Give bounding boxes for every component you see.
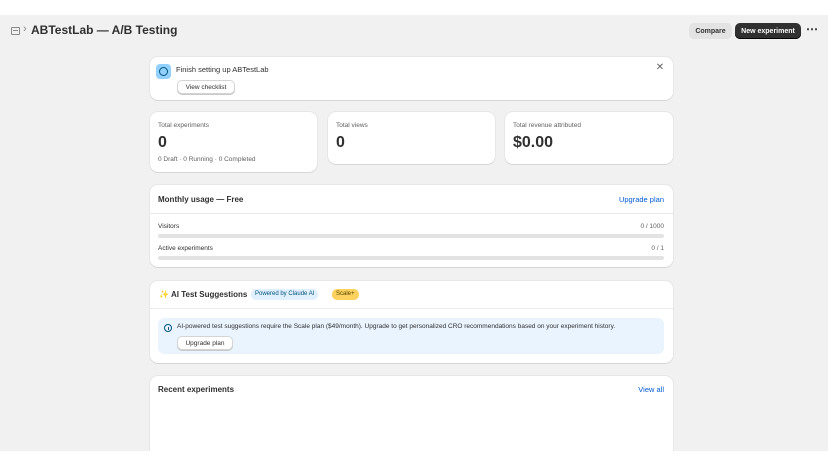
- stat-breakdown: 0 Draft · 0 Running · 0 Completed: [158, 156, 256, 163]
- stat-value: $0.00: [513, 134, 554, 151]
- view-all-link[interactable]: View all: [638, 385, 664, 394]
- scale-plan-badge: Scale+: [332, 289, 359, 300]
- active-experiments-progress-bar: [158, 256, 664, 260]
- meter-label-active-experiments: Active experiments: [158, 245, 213, 252]
- powered-by-badge: Powered by Claude AI: [251, 289, 319, 300]
- stat-card-experiments: Total experiments 0 0 Draft · 0 Running …: [150, 112, 317, 172]
- bottom-strip: [0, 451, 828, 466]
- meter-value-visitors: 0 / 1000: [640, 223, 665, 230]
- stat-label: Total revenue attributed: [513, 122, 581, 129]
- ai-section-title: AI Test Suggestions: [171, 290, 248, 299]
- stat-label: Total experiments: [158, 122, 209, 129]
- stat-card-views: Total views 0: [328, 112, 495, 164]
- recent-experiments-title: Recent experiments: [158, 385, 235, 394]
- stat-value: 0: [336, 134, 345, 151]
- upgrade-plan-button[interactable]: Upgrade plan: [177, 336, 233, 350]
- stat-label: Total views: [336, 122, 368, 129]
- breadcrumb-separator: ›: [23, 23, 27, 35]
- stat-value: 0: [158, 134, 167, 151]
- meter-label-visitors: Visitors: [158, 223, 180, 230]
- visitors-progress-bar: [158, 234, 664, 238]
- info-icon: [156, 64, 171, 79]
- ai-suggestions-card: ✨ AI Test Suggestions Powered by Claude …: [150, 281, 673, 363]
- notice-text: AI-powered test suggestions require the …: [177, 323, 616, 330]
- store-icon[interactable]: [11, 27, 20, 35]
- upgrade-plan-link[interactable]: Upgrade plan: [619, 195, 664, 204]
- top-strip: [0, 0, 828, 15]
- meter-value-active-experiments: 0 / 1: [651, 245, 664, 252]
- close-icon[interactable]: ✕: [655, 63, 665, 73]
- compare-button[interactable]: Compare: [689, 23, 732, 39]
- upgrade-notice: AI-powered test suggestions require the …: [158, 318, 664, 354]
- monthly-usage-card: Monthly usage — Free Upgrade plan Visito…: [150, 185, 673, 267]
- new-experiment-button[interactable]: New experiment: [735, 23, 801, 39]
- view-checklist-button[interactable]: View checklist: [177, 80, 235, 94]
- divider: [150, 308, 673, 309]
- more-actions-icon[interactable]: ⋯: [806, 23, 818, 38]
- usage-title: Monthly usage — Free: [158, 195, 244, 204]
- divider: [150, 213, 673, 214]
- banner-title: Finish setting up ABTestLab: [176, 65, 269, 74]
- sparkle-icon: ✨: [159, 290, 169, 299]
- page-header: › ABTestLab — A/B Testing Compare New ex…: [0, 15, 828, 47]
- info-circle-icon: [164, 324, 172, 332]
- page-title: ABTestLab — A/B Testing: [31, 23, 178, 37]
- stat-card-revenue: Total revenue attributed $0.00: [505, 112, 673, 164]
